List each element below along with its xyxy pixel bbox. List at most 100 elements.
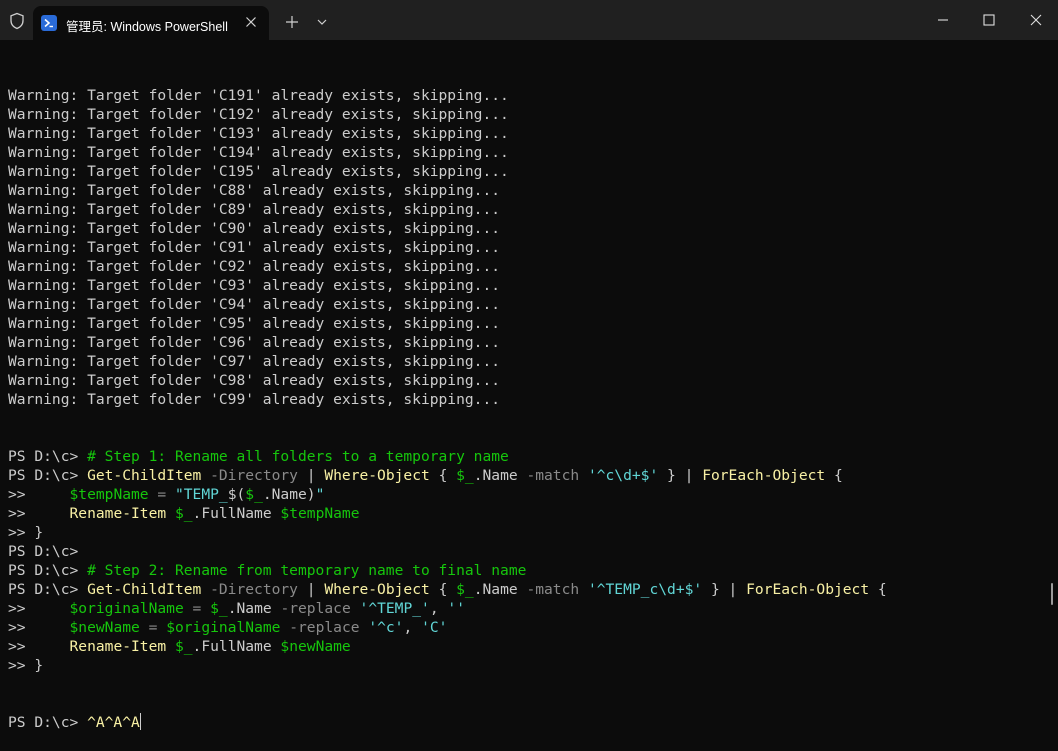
command-line: PS D:\c> Get-ChildItem -Directory | Wher… <box>8 580 1058 599</box>
tab-powershell[interactable]: 管理员: Windows PowerShell <box>33 6 269 40</box>
code-token: -replace <box>289 619 359 636</box>
code-token: '^c' <box>368 619 403 636</box>
code-token <box>360 619 369 636</box>
code-token: '^c\d+$' <box>588 467 658 484</box>
warning-line: Warning: Target folder 'C91' already exi… <box>8 238 1058 257</box>
shield-icon <box>8 12 26 30</box>
code-token: Rename-Item <box>70 505 167 522</box>
code-token: } | <box>702 581 746 598</box>
warning-line: Warning: Target folder 'C93' already exi… <box>8 276 1058 295</box>
text-cursor <box>140 713 141 730</box>
command-line: >> $tempName = "TEMP_$($_.Name)" <box>8 485 1058 504</box>
current-prompt-line[interactable]: PS D:\c> ^A^A^A <box>8 713 1058 732</box>
code-token: >> <box>8 600 70 617</box>
code-token: .FullName <box>193 638 281 655</box>
code-token <box>351 600 360 617</box>
code-token: Where-Object <box>324 581 429 598</box>
code-token: , <box>430 600 448 617</box>
code-token: -match <box>526 467 579 484</box>
code-token: 'C' <box>421 619 447 636</box>
warning-line: Warning: Target folder 'C98' already exi… <box>8 371 1058 390</box>
code-token: $_ <box>210 600 228 617</box>
command-line: >> } <box>8 656 1058 675</box>
code-token <box>140 619 149 636</box>
title-bar: 管理员: Windows PowerShell <box>0 0 1058 40</box>
code-token: $originalName <box>70 600 184 617</box>
warning-line: Warning: Target folder 'C97' already exi… <box>8 352 1058 371</box>
code-token: $originalName <box>166 619 280 636</box>
code-token <box>184 600 193 617</box>
code-token: $newName <box>70 619 140 636</box>
command-line: >> } <box>8 523 1058 542</box>
code-token: .Name <box>228 600 281 617</box>
code-token: >> <box>8 486 70 503</box>
code-token: '^TEMP_' <box>360 600 430 617</box>
maximize-icon[interactable] <box>980 11 998 29</box>
code-token: $newName <box>280 638 350 655</box>
warning-line: Warning: Target folder 'C193' already ex… <box>8 124 1058 143</box>
current-input[interactable]: ^A^A^A <box>87 714 140 731</box>
code-token: >> <box>8 505 70 522</box>
command-line: >> $newName = $originalName -replace '^c… <box>8 618 1058 637</box>
code-token: PS D:\c> <box>8 467 87 484</box>
close-tab-icon[interactable] <box>243 14 259 30</box>
code-token: $_ <box>175 505 193 522</box>
code-token: | <box>298 467 324 484</box>
code-token: , <box>403 619 421 636</box>
code-token: .Name) <box>263 486 316 503</box>
scrollbar-thumb[interactable] <box>1051 583 1053 605</box>
code-token <box>579 581 588 598</box>
warning-line: Warning: Target folder 'C89' already exi… <box>8 200 1058 219</box>
code-token: >> } <box>8 524 43 541</box>
code-token: { <box>430 581 456 598</box>
command-line: PS D:\c> # Step 1: Rename all folders to… <box>8 447 1058 466</box>
code-token <box>201 600 210 617</box>
warning-line: Warning: Target folder 'C95' already exi… <box>8 314 1058 333</box>
code-token: '^TEMP_c\d+$' <box>588 581 702 598</box>
chevron-down-icon[interactable] <box>314 14 330 30</box>
code-token: ForEach-Object <box>746 581 869 598</box>
command-line: PS D:\c> Get-ChildItem -Directory | Wher… <box>8 466 1058 485</box>
code-token: '' <box>447 600 465 617</box>
close-window-icon[interactable] <box>1027 11 1045 29</box>
code-token: $_ <box>456 581 474 598</box>
code-token: # Step 2: Rename from temporary name to … <box>87 562 526 579</box>
code-token: >> } <box>8 657 43 674</box>
plus-icon[interactable] <box>284 14 300 30</box>
code-token: PS D:\c> <box>8 562 87 579</box>
code-token: } | <box>658 467 702 484</box>
code-token: Where-Object <box>324 467 429 484</box>
code-token: $_ <box>456 467 474 484</box>
command-line: PS D:\c> <box>8 542 1058 561</box>
command-line: >> $originalName = $_.Name -replace '^TE… <box>8 599 1058 618</box>
code-token: { <box>430 467 456 484</box>
warning-line: Warning: Target folder 'C192' already ex… <box>8 105 1058 124</box>
command-line: >> Rename-Item $_.FullName $newName <box>8 637 1058 656</box>
code-token: " <box>316 486 325 503</box>
code-token <box>166 486 175 503</box>
terminal-output[interactable]: Warning: Target folder 'C191' already ex… <box>8 48 1058 626</box>
code-token: .Name <box>474 581 527 598</box>
code-token: $tempName <box>280 505 359 522</box>
code-token <box>201 581 210 598</box>
warning-line: Warning: Target folder 'C88' already exi… <box>8 181 1058 200</box>
code-token <box>280 619 289 636</box>
code-token: # Step 1: Rename all folders to a tempor… <box>87 448 509 465</box>
warning-line: Warning: Target folder 'C195' already ex… <box>8 162 1058 181</box>
code-token <box>579 467 588 484</box>
code-token: PS D:\c> <box>8 543 78 560</box>
powershell-icon <box>41 15 57 31</box>
command-lines: PS D:\c> # Step 1: Rename all folders to… <box>8 447 1058 675</box>
code-token: >> <box>8 619 70 636</box>
code-token: Get-ChildItem <box>87 581 201 598</box>
code-token: .FullName <box>193 505 281 522</box>
warning-line: Warning: Target folder 'C90' already exi… <box>8 219 1058 238</box>
code-token: Get-ChildItem <box>87 467 201 484</box>
code-token: >> <box>8 638 70 655</box>
command-line: >> Rename-Item $_.FullName $tempName <box>8 504 1058 523</box>
code-token: Rename-Item <box>70 638 167 655</box>
minimize-icon[interactable] <box>934 11 952 29</box>
warning-line: Warning: Target folder 'C94' already exi… <box>8 295 1058 314</box>
code-token: .Name <box>474 467 527 484</box>
code-token: -Directory <box>210 467 298 484</box>
